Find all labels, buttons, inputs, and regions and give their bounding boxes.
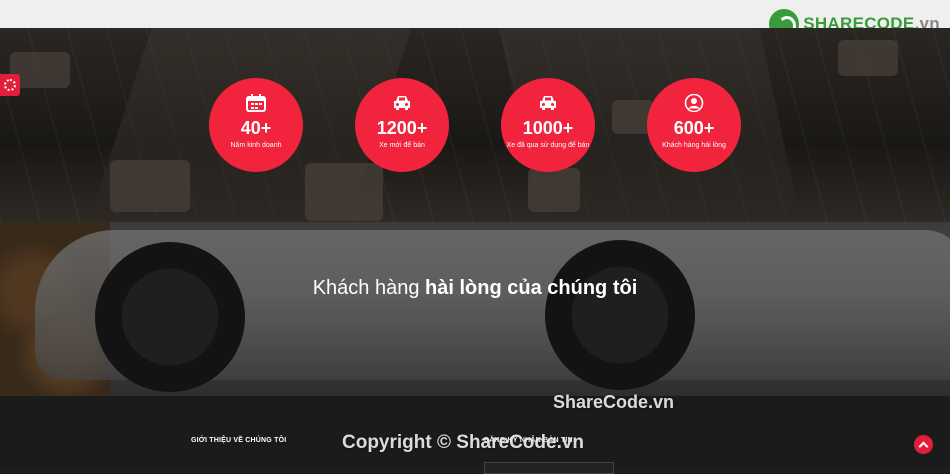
banner-title-bold: hài lòng của chúng tôi	[425, 277, 638, 299]
banner-title-normal: Khách hàng	[312, 277, 426, 299]
stat-years: 40+ Năm kinh doanh	[209, 78, 303, 172]
testimonial-banner	[0, 222, 950, 396]
gear-icon	[4, 79, 16, 91]
car-icon	[394, 96, 410, 110]
background-car	[110, 160, 190, 212]
stat-number: 1200+	[376, 118, 428, 138]
stats-section	[0, 28, 950, 222]
scroll-to-top-button[interactable]	[914, 435, 933, 454]
user-icon	[684, 94, 704, 112]
stat-number: 1000+	[522, 118, 574, 138]
stat-new-cars: 1200+ Xe mới để bán	[355, 78, 449, 172]
newsletter-email-input[interactable]	[484, 462, 614, 474]
stat-number: 600+	[673, 118, 715, 138]
background-car	[838, 40, 898, 76]
calendar-icon	[246, 94, 266, 112]
stat-number: 40+	[240, 118, 272, 138]
background-car	[305, 163, 383, 221]
watermark-copyright: Copyright © ShareCode.vn	[342, 432, 585, 453]
stat-label: Khách hàng hài lòng	[662, 142, 726, 149]
car-icon	[540, 96, 556, 110]
settings-toggle[interactable]	[0, 74, 20, 96]
banner-title: Khách hàng hài lòng của chúng tôi	[0, 277, 950, 300]
footer-about-heading: GIỚI THIỆU VỀ CHÚNG TÔI	[191, 437, 287, 444]
stat-label: Xe đã qua sử dụng để bán	[506, 142, 590, 149]
background-car	[528, 168, 580, 212]
stat-customers: 600+ Khách hàng hài lòng	[647, 78, 741, 172]
stat-used-cars: 1000+ Xe đã qua sử dụng để bán	[501, 78, 595, 172]
stat-label: Năm kinh doanh	[230, 142, 282, 149]
watermark-center: ShareCode.vn	[553, 392, 675, 412]
stat-label: Xe mới để bán	[379, 142, 425, 149]
